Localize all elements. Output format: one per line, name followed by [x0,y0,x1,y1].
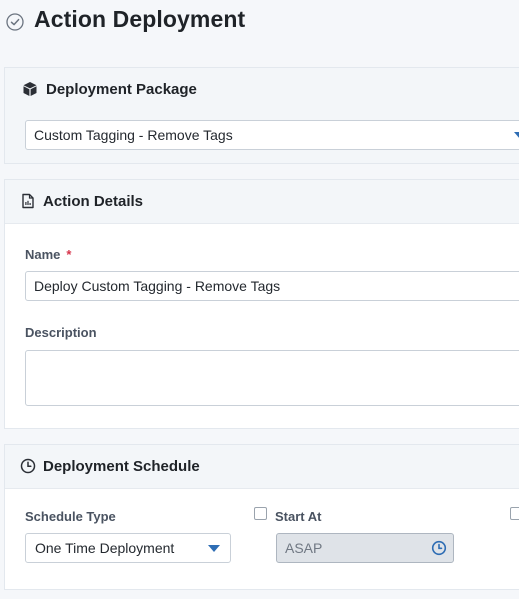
name-input[interactable]: Deploy Custom Tagging - Remove Tags [25,271,519,301]
extra-option-checkbox[interactable] [510,507,519,520]
clock-icon[interactable] [431,540,447,556]
start-at-label: Start At [275,509,322,524]
schedule-type-value: One Time Deployment [35,540,175,556]
action-details-header: Action Details [5,180,519,224]
deployment-package-select[interactable]: Custom Tagging - Remove Tags [25,120,519,150]
cube-icon [23,82,37,96]
schedule-type-label: Schedule Type [25,509,116,524]
action-details-title: Action Details [43,193,144,210]
deployment-package-panel: Deployment Package Custom Tagging - Remo… [4,67,519,164]
name-label: Name * [25,247,71,262]
start-at-input[interactable]: ASAP [276,533,454,563]
description-label: Description [25,325,97,340]
deployment-package-title: Deployment Package [46,81,197,98]
deployment-schedule-header: Deployment Schedule [5,445,519,489]
name-label-text: Name [25,247,61,262]
deployment-schedule-title: Deployment Schedule [43,458,200,475]
name-input-value: Deploy Custom Tagging - Remove Tags [34,278,281,294]
action-details-panel: Action Details Name * Deploy Custom Taggi… [4,179,519,429]
clock-icon [20,458,36,474]
chevron-down-icon [208,545,220,552]
start-at-value: ASAP [285,540,323,556]
deployment-package-header: Deployment Package [5,68,519,111]
description-textarea[interactable] [25,350,519,406]
document-icon [22,193,34,209]
check-circle-icon [6,13,24,31]
chevron-down-icon [514,132,519,139]
deployment-schedule-panel: Deployment Schedule Schedule Type One Ti… [4,444,519,590]
schedule-type-select[interactable]: One Time Deployment [25,533,231,563]
page-header: Action Deployment [0,0,519,50]
deployment-package-value: Custom Tagging - Remove Tags [34,127,233,143]
start-at-checkbox[interactable] [254,507,267,520]
page-title: Action Deployment [34,6,246,32]
required-mark: * [66,247,72,262]
